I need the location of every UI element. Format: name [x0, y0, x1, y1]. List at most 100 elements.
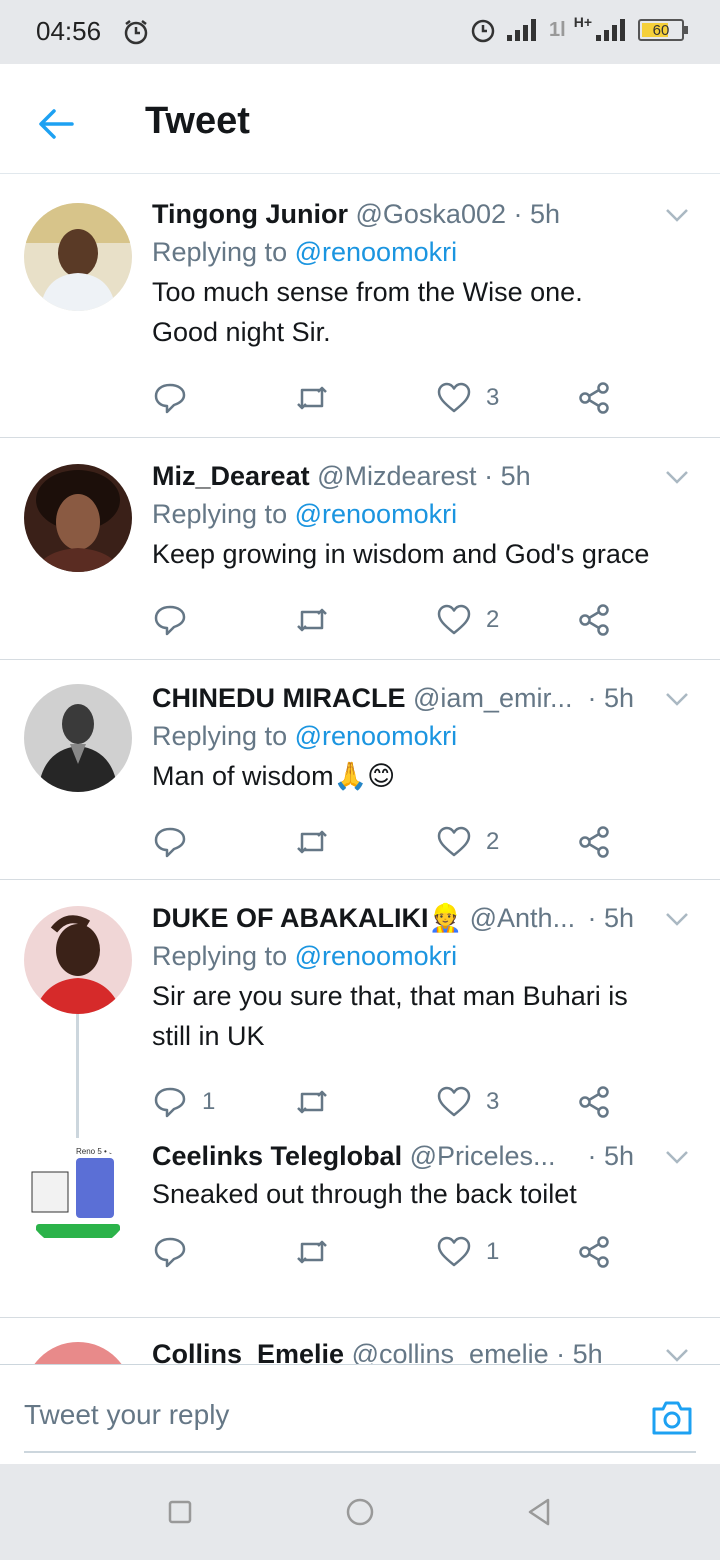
tweet-text: Too much sense from the Wise one. Good n…	[152, 277, 583, 347]
reply-button[interactable]	[152, 1234, 202, 1270]
avatar-promo-text: Reno 5 • 5.	[76, 1147, 116, 1156]
avatar[interactable]	[24, 684, 132, 792]
tweet-header: Miz_Deareat @Mizdearest · 5h	[152, 461, 531, 491]
share-button[interactable]	[576, 602, 612, 638]
status-bar: 04:56 1l H+ 60	[0, 0, 720, 64]
home-circle-icon[interactable]	[342, 1494, 378, 1530]
status-time: 04:56	[36, 16, 102, 46]
tweet-actions: 3	[152, 380, 696, 420]
back-triangle-icon[interactable]	[522, 1494, 558, 1530]
reply-feed[interactable]: Tingong Junior @Goska002 · 5h Replying t…	[0, 176, 720, 1364]
like-count: 3	[486, 384, 500, 411]
like-button[interactable]: 1	[436, 1234, 499, 1270]
tweet-reply-input[interactable]: Tweet your reply	[24, 1387, 696, 1453]
user-name[interactable]: Collins_Emelie	[152, 1339, 344, 1364]
share-button[interactable]	[576, 1084, 612, 1120]
tweet-time: 5h	[530, 199, 561, 229]
tweet-item[interactable]: Reno 5 • 5. Ceelinks Teleglobal @Pricele…	[0, 1138, 720, 1318]
like-count: 2	[486, 606, 500, 633]
tweet-text: Sneaked out through the back toilet	[152, 1179, 577, 1209]
user-name[interactable]: Miz_Deareat	[152, 461, 310, 491]
heart-icon	[437, 382, 471, 413]
like-count: 2	[486, 828, 500, 855]
tweet-item[interactable]: DUKE OF ABAKALIKI👷 @Anth... · 5h Replyin…	[0, 880, 720, 1138]
signal-icon	[596, 19, 625, 41]
tweet-actions: 1	[152, 1234, 696, 1274]
reply-button[interactable]	[152, 380, 202, 416]
tweet-item[interactable]: Tingong Junior @Goska002 · 5h Replying t…	[0, 176, 720, 438]
tweet-text: Keep growing in wisdom and God's grace	[152, 539, 650, 569]
camera-icon[interactable]	[650, 1395, 694, 1439]
thread-line	[76, 1014, 79, 1138]
alarm-icon	[471, 19, 495, 43]
user-handle[interactable]: @Goska002	[356, 199, 507, 229]
replying-to: Replying to @renoomokri	[152, 499, 458, 529]
chevron-down-icon[interactable]	[662, 200, 692, 230]
share-icon	[579, 604, 609, 636]
reply-button[interactable]: 1	[152, 1084, 215, 1120]
user-name[interactable]: Ceelinks Teleglobal	[152, 1141, 402, 1171]
reply-icon	[154, 1087, 186, 1118]
user-name[interactable]: Tingong Junior	[152, 199, 348, 229]
tweet-actions: 1 3	[152, 1084, 696, 1124]
avatar[interactable]	[24, 464, 132, 572]
reply-icon	[154, 383, 186, 414]
like-button[interactable]: 2	[436, 824, 499, 860]
reply-icon	[154, 605, 186, 636]
user-handle[interactable]: @Anth...	[470, 903, 575, 933]
avatar[interactable]	[24, 906, 132, 1014]
retweet-button[interactable]	[294, 1234, 330, 1270]
tweet-item[interactable]: CHINEDU MIRACLE @iam_emir... · 5h Replyi…	[0, 660, 720, 880]
share-icon	[579, 1086, 609, 1118]
replying-to-handle[interactable]: @renoomokri	[295, 237, 457, 267]
system-nav-bar	[0, 1464, 720, 1560]
tweet-item[interactable]: Miz_Deareat @Mizdearest · 5h Replying to…	[0, 438, 720, 660]
retweet-button[interactable]	[294, 380, 330, 416]
like-button[interactable]: 2	[436, 602, 499, 638]
tweet-item[interactable]: Collins_Emelie @collins_emelie · 5h	[0, 1318, 720, 1364]
reply-button[interactable]	[152, 824, 202, 860]
back-arrow-icon[interactable]	[34, 102, 78, 146]
reply-icon	[154, 1237, 186, 1268]
retweet-button[interactable]	[294, 1084, 330, 1120]
user-handle[interactable]: @Mizdearest	[317, 461, 476, 491]
share-button[interactable]	[576, 824, 612, 860]
replying-to-handle[interactable]: @renoomokri	[295, 499, 457, 529]
chevron-down-icon[interactable]	[662, 1340, 692, 1364]
share-button[interactable]	[576, 1234, 612, 1270]
retweet-button[interactable]	[294, 602, 330, 638]
chevron-down-icon[interactable]	[662, 684, 692, 714]
battery-icon: 60	[638, 19, 688, 41]
user-handle[interactable]: @collins_emelie	[352, 1339, 549, 1364]
replying-to-handle[interactable]: @renoomokri	[295, 941, 457, 971]
user-name[interactable]: DUKE OF ABAKALIKI👷	[152, 903, 462, 933]
network-type: H+	[573, 14, 592, 30]
user-handle[interactable]: @Priceles...	[410, 1141, 556, 1171]
user-handle[interactable]: @iam_emir...	[413, 683, 572, 713]
replying-to: Replying to @renoomokri	[152, 237, 458, 267]
recents-square-icon[interactable]	[162, 1494, 198, 1530]
avatar[interactable]	[24, 203, 132, 311]
reply-button[interactable]	[152, 602, 202, 638]
alarm-icon	[124, 20, 148, 45]
like-button[interactable]: 3	[436, 380, 499, 416]
chevron-down-icon[interactable]	[662, 1142, 692, 1172]
retweet-icon	[297, 608, 327, 632]
heart-icon	[437, 1236, 471, 1267]
share-icon	[579, 826, 609, 858]
reply-icon	[154, 827, 186, 858]
retweet-icon	[297, 1240, 327, 1264]
tweet-time: 5h	[572, 1339, 603, 1364]
share-button[interactable]	[576, 380, 612, 416]
retweet-button[interactable]	[294, 824, 330, 860]
tweet-time: 5h	[500, 461, 531, 491]
like-button[interactable]: 3	[436, 1084, 499, 1120]
user-name[interactable]: CHINEDU MIRACLE	[152, 683, 406, 713]
avatar[interactable]: Reno 5 • 5.	[24, 1142, 132, 1250]
replying-to-handle[interactable]: @renoomokri	[295, 721, 457, 751]
chevron-down-icon[interactable]	[662, 462, 692, 492]
replying-to: Replying to @renoomokri	[152, 721, 458, 751]
chevron-down-icon[interactable]	[662, 904, 692, 934]
avatar[interactable]	[24, 1342, 132, 1364]
tweet-header: Ceelinks Teleglobal @Priceles... · 5h	[152, 1138, 696, 1174]
